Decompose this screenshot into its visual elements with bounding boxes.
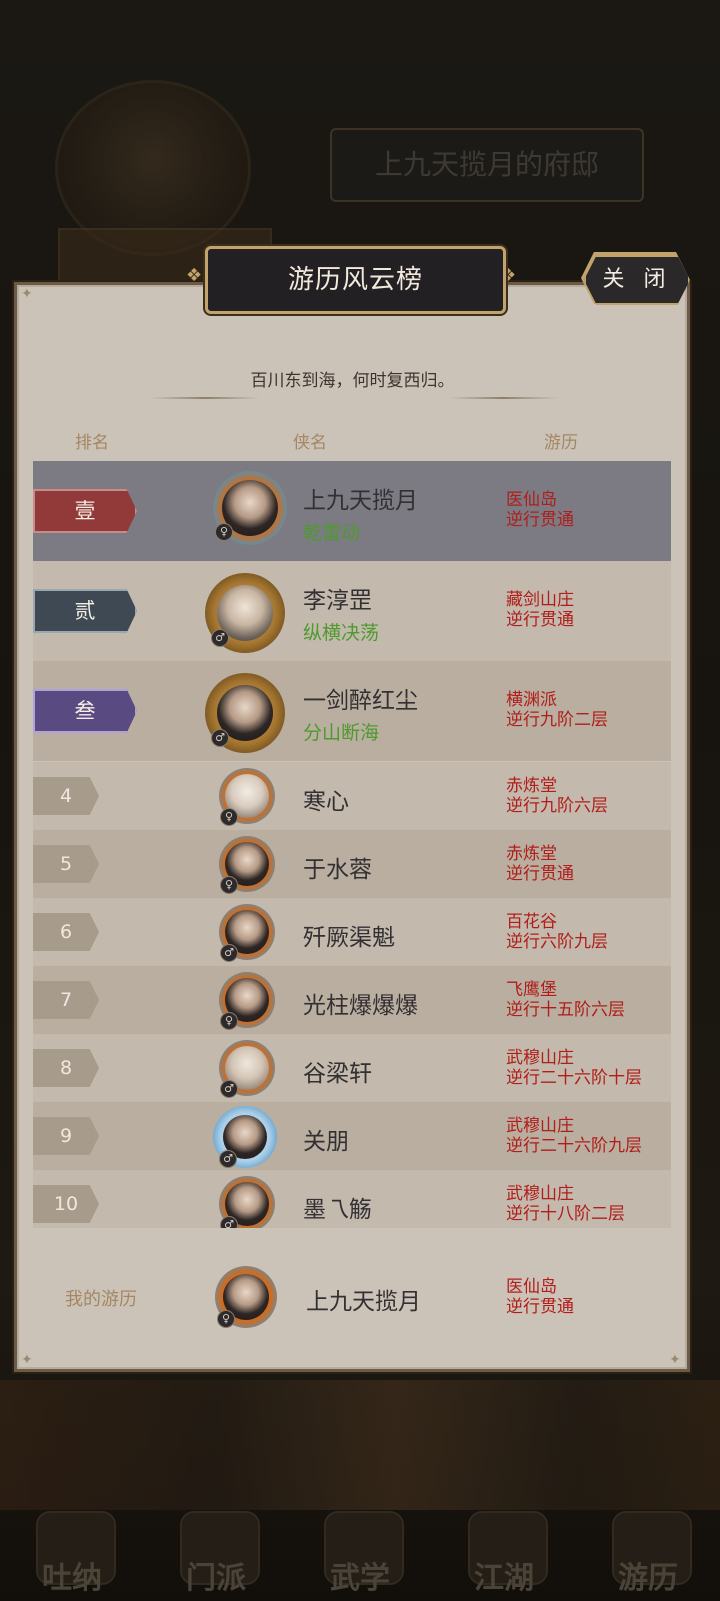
rank-badge: 壹 [33,489,137,533]
house-title: 上九天揽月的府邸 [330,128,644,202]
nav-item-youli: 游历 [588,1511,708,1601]
column-header-rank: 排名 [75,433,109,453]
hero-travel: 武穆山庄 逆行十八阶二层 [506,1184,625,1224]
hero-avatar[interactable]: ♂ [213,1106,277,1168]
gender-icon: ♀ [217,1310,235,1328]
rank-badge: 5 [33,845,99,883]
hero-name: 光柱爆爆爆 [303,993,418,1019]
gender-icon: ♂ [220,1080,238,1098]
nav-item-jianghu: 江湖 [444,1511,564,1601]
rank-badge: 贰 [33,589,137,633]
column-header-travel: 游历 [544,433,578,453]
hero-name: 李淳罡 [303,588,372,614]
my-travel: 医仙岛 逆行贯通 [506,1277,574,1317]
hero-avatar[interactable]: ♀ [213,471,287,545]
hero-skill: 乾雷动 [303,522,361,544]
hero-avatar[interactable]: ♂ [205,573,285,653]
ranking-row[interactable]: 叁 ♂ 一剑醉红尘 分山断海 横渊派 逆行九阶二层 [33,661,671,761]
hero-travel: 横渊派 逆行九阶二层 [506,690,608,730]
hero-name: 关朋 [303,1129,349,1155]
ranking-row[interactable]: 4 ♀ 寒心 赤炼堂 逆行九阶六层 [33,762,671,830]
rank-badge: 8 [33,1049,99,1087]
ranking-row[interactable]: 6 ♂ 歼厥渠魁 百花谷 逆行六阶九层 [33,898,671,966]
hero-travel: 赤炼堂 逆行九阶六层 [506,776,608,816]
hero-avatar[interactable]: ♂ [219,1040,275,1098]
hero-travel: 百花谷 逆行六阶九层 [506,912,608,952]
gender-icon: ♀ [220,808,238,826]
gender-icon: ♀ [215,523,233,541]
hero-avatar[interactable]: ♂ [219,904,275,962]
corner-ornament-icon: ✦ [21,1352,33,1368]
background-scene [0,1380,720,1510]
nav-item-menpai: 门派 [156,1511,276,1601]
rank-badge: 叁 [33,689,137,733]
hero-travel: 飞鹰堡 逆行十五阶六层 [506,980,625,1020]
gender-icon: ♀ [220,1012,238,1030]
ranking-row[interactable]: 7 ♀ 光柱爆爆爆 飞鹰堡 逆行十五阶六层 [33,966,671,1034]
subtitle-divider-left [150,397,260,399]
ranking-row[interactable]: 8 ♂ 谷梁轩 武穆山庄 逆行二十六阶十层 [33,1034,671,1102]
column-header-hero: 侠名 [293,433,327,453]
gender-icon: ♂ [219,1150,237,1168]
hero-travel: 医仙岛 逆行贯通 [506,490,574,530]
title-ornament-icon: ❖ [186,265,203,286]
rank-badge: 9 [33,1117,99,1155]
modal-title-plate: 游历风云榜 [205,246,506,314]
ranking-row[interactable]: 10 ♂ 墨乁觞 武穆山庄 逆行十八阶二层 [33,1170,671,1228]
close-button[interactable]: 关 闭 [584,255,690,305]
rank-badge: 10 [33,1185,99,1223]
my-avatar[interactable]: ♀ [215,1266,277,1328]
rank-badge: 4 [33,777,99,815]
subtitle-divider-right [448,397,558,399]
gender-icon: ♂ [211,629,229,647]
hero-name: 谷梁轩 [303,1061,372,1087]
modal-title: 游历风云榜 [287,265,423,295]
corner-ornament-icon: ✦ [21,286,33,302]
my-record-label: 我的游历 [65,1289,137,1310]
hero-avatar[interactable]: ♀ [219,836,275,894]
hero-travel: 武穆山庄 逆行二十六阶九层 [506,1116,642,1156]
bottom-nav: 吐纳 门派 武学 江湖 游历 [0,1505,720,1601]
ranking-row[interactable]: 壹 ♀ 上九天揽月 乾雷动 医仙岛 逆行贯通 [33,461,671,561]
gender-icon: ♀ [220,876,238,894]
nav-item-wuxue: 武学 [300,1511,420,1601]
ranking-row[interactable]: 5 ♀ 于水蓉 赤炼堂 逆行贯通 [33,830,671,898]
hero-avatar[interactable]: ♂ [205,673,285,753]
hero-avatar[interactable]: ♀ [219,972,275,1030]
my-name: 上九天揽月 [306,1289,421,1315]
gender-icon: ♂ [220,944,238,962]
corner-ornament-icon: ✦ [669,1352,681,1368]
ranking-row[interactable]: 贰 ♂ 李淳罡 纵横决荡 藏剑山庄 逆行贯通 [33,561,671,661]
hero-name: 寒心 [303,789,349,815]
hero-avatar[interactable]: ♀ [219,768,275,826]
hero-name: 于水蓉 [303,857,372,883]
gender-icon: ♂ [211,729,229,747]
gender-icon: ♂ [220,1216,238,1228]
hero-avatar[interactable]: ♂ [219,1176,275,1228]
hero-name: 墨乁觞 [303,1197,372,1223]
rank-badge: 6 [33,913,99,951]
hero-travel: 武穆山庄 逆行二十六阶十层 [506,1048,642,1088]
hero-name: 一剑醉红尘 [303,688,418,714]
nav-item-tuna: 吐纳 [12,1511,132,1601]
hero-name: 歼厥渠魁 [303,925,395,951]
hero-name: 上九天揽月 [303,488,418,514]
rank-badge: 7 [33,981,99,1019]
ranking-row[interactable]: 9 ♂ 关朋 武穆山庄 逆行二十六阶九层 [33,1102,671,1170]
modal-subtitle: 百川东到海，何时复西归。 [250,371,455,391]
hero-travel: 赤炼堂 逆行贯通 [506,844,574,884]
hero-skill: 纵横决荡 [303,622,380,644]
hero-travel: 藏剑山庄 逆行贯通 [506,590,574,630]
hero-skill: 分山断海 [303,722,380,744]
